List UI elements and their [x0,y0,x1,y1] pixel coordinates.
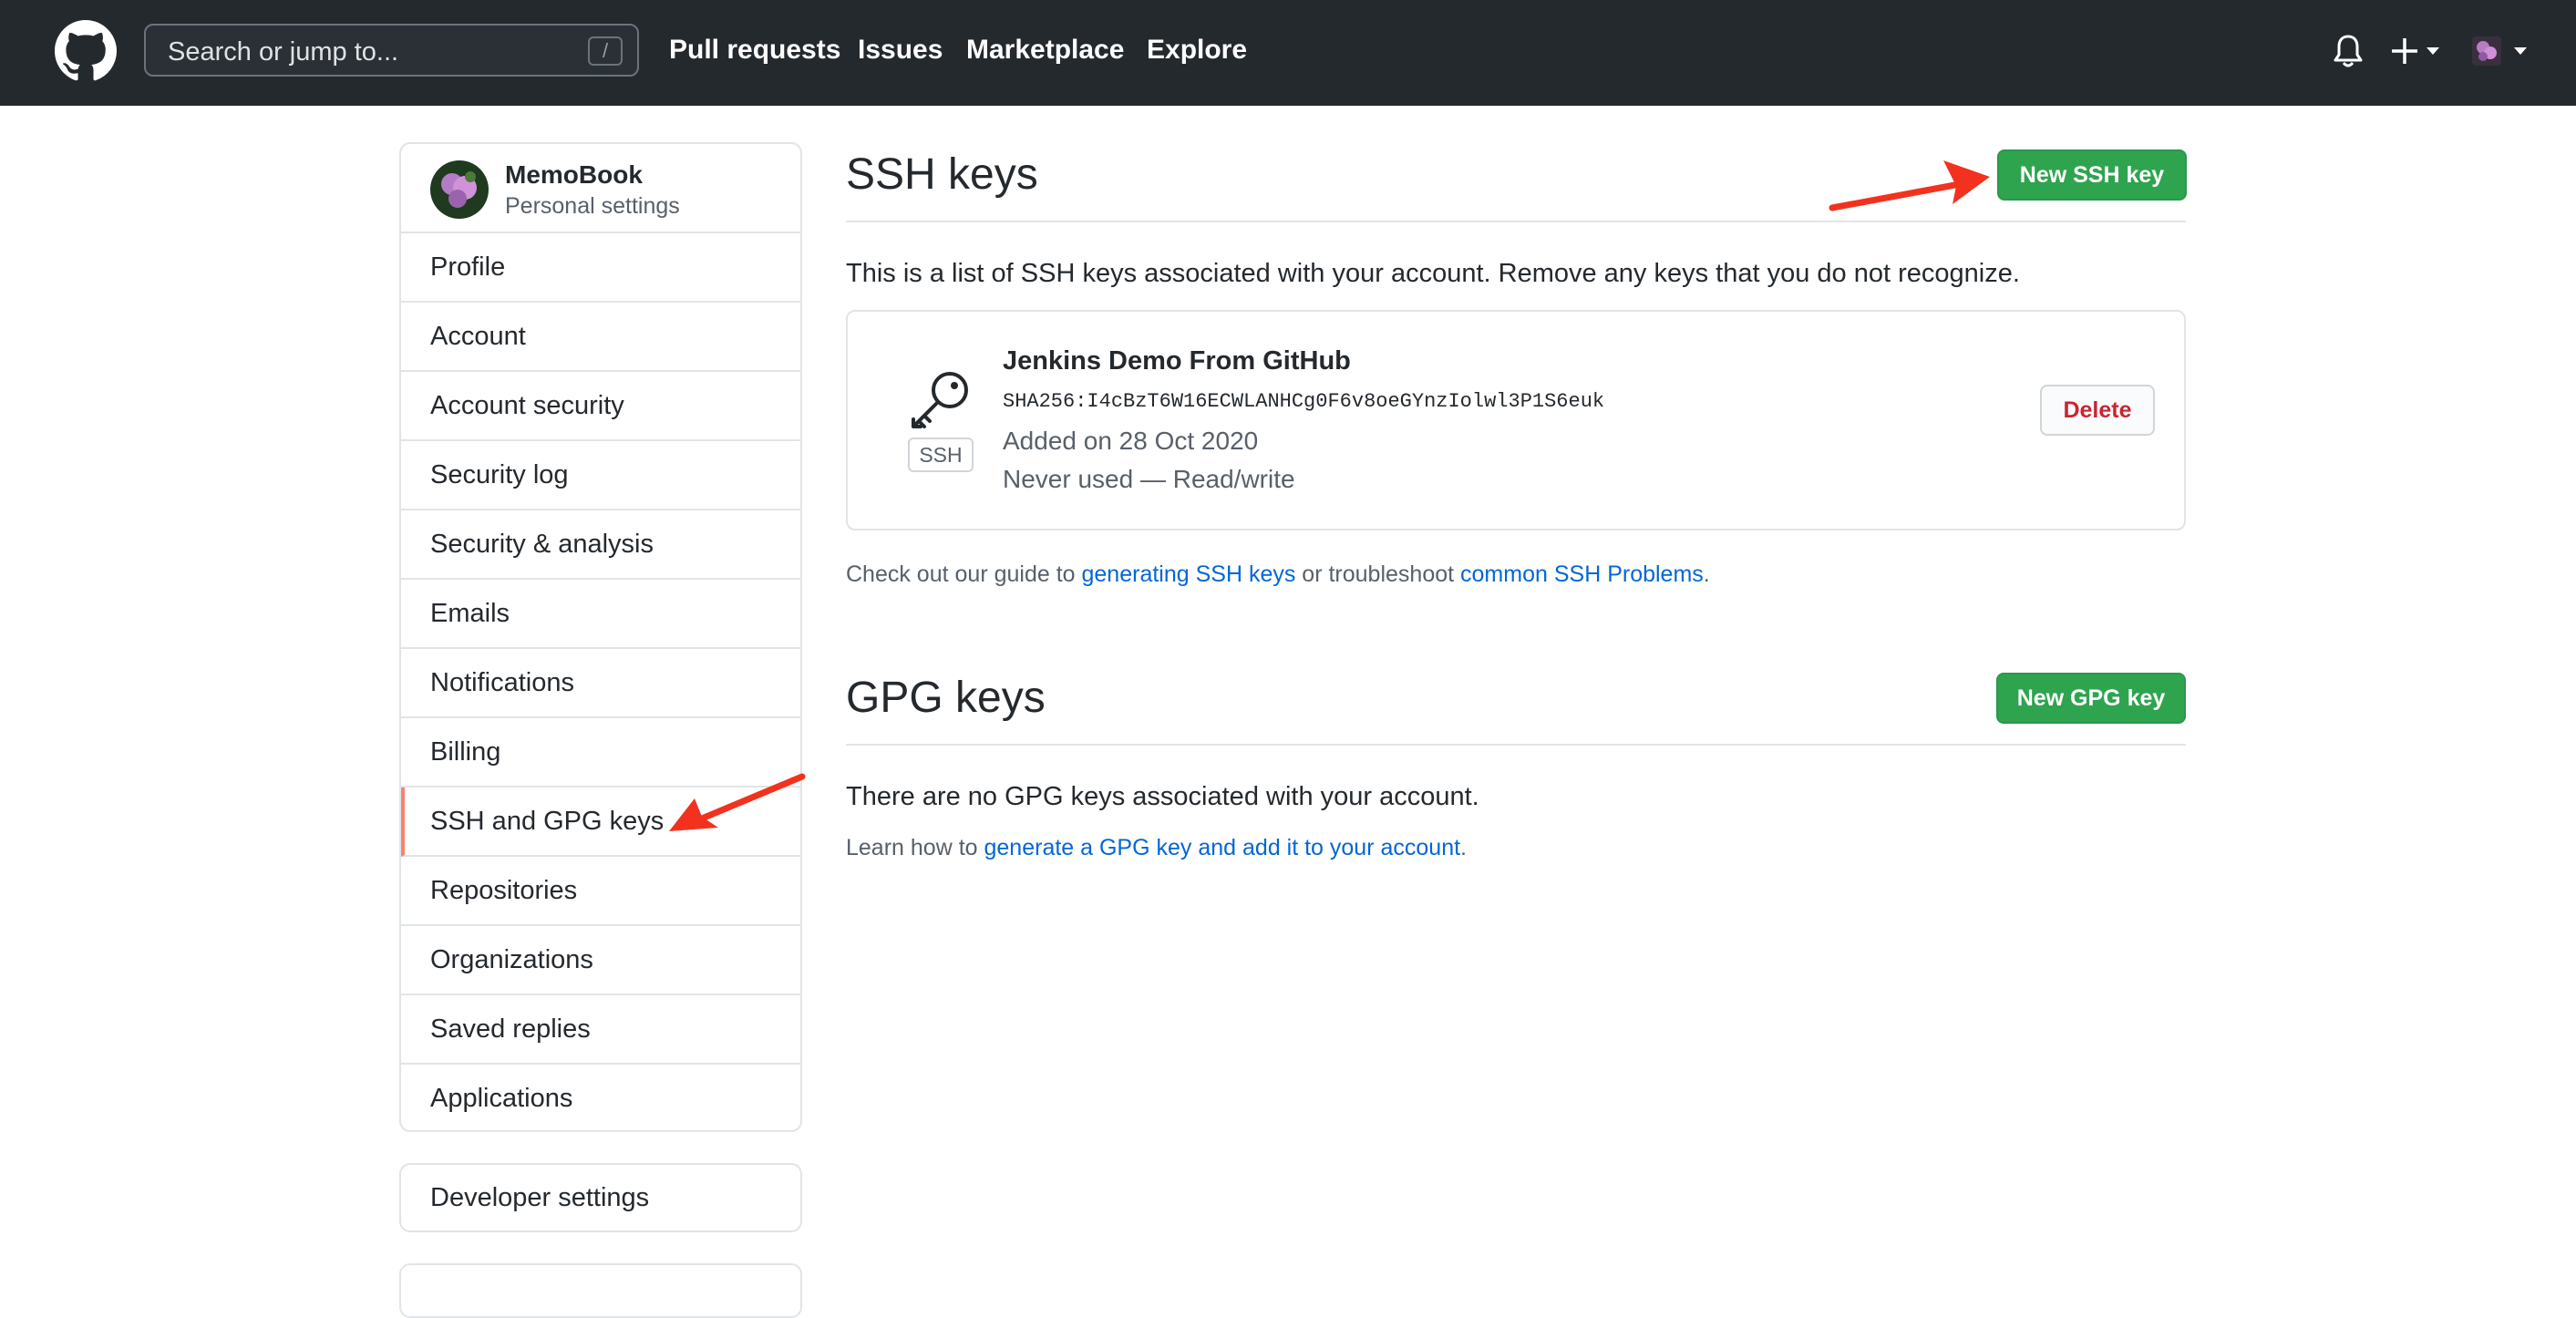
gpg-help-text: Learn how to generate a GPG key and add … [846,835,1467,861]
sidebar-item-repositories[interactable]: Repositories [401,857,800,926]
sidebar-user-subtitle: Personal settings [505,193,680,219]
annotation-arrow-ssh-gpg-keys [669,773,806,831]
user-avatar-menu-icon[interactable] [2470,33,2534,69]
search-input[interactable]: Search or jump to... / [144,24,639,77]
sidebar-item-notifications[interactable]: Notifications [401,649,800,718]
ssh-key-added-date: Added on 28 Oct 2020 [1003,427,1259,455]
create-new-plus-icon[interactable] [2390,35,2445,67]
ssh-key-fingerprint: SHA256:I4cBzT6W16ECWLANHCg0F6v8oeGYnzIol… [1003,390,1605,413]
sidebar-item-applications[interactable]: Applications [401,1065,800,1130]
nav-issues[interactable]: Issues [858,35,943,66]
ssh-heading-divider [846,221,2186,222]
ssh-help-suffix: . [1703,561,1710,587]
ssh-help-text: Check out our guide to generating SSH ke… [846,561,1710,588]
top-header: Search or jump to... / Pull requests Iss… [0,0,2576,106]
sidebar-item-organizations[interactable]: Organizations [401,926,800,995]
sidebar-user-header[interactable]: MemoBook Personal settings [401,144,800,233]
sidebar-item-profile[interactable]: Profile [401,233,800,303]
gpg-heading-divider [846,744,2186,746]
generating-ssh-keys-link[interactable]: generating SSH keys [1082,561,1296,587]
sidebar-item-security-log[interactable]: Security log [401,441,800,510]
nav-explore[interactable]: Explore [1147,35,1247,66]
ssh-badge: SSH [908,438,974,472]
sidebar-item-emails[interactable]: Emails [401,580,800,649]
gpg-help-suffix: . [1460,835,1467,860]
sidebar-user-name: MemoBook [505,160,643,189]
nav-pull-requests[interactable]: Pull requests [669,35,840,66]
gpg-help-prefix: Learn how to [846,835,984,860]
annotation-arrow-new-ssh-key [1829,160,1990,211]
bell-icon[interactable] [2332,33,2365,69]
ssh-key-title: Jenkins Demo From GitHub [1003,346,1351,376]
sidebar-item-developer-settings[interactable]: Developer settings [399,1163,802,1232]
sidebar-next-panel [399,1263,802,1318]
ssh-description: This is a list of SSH keys associated wi… [846,259,2020,288]
sidebar-item-account[interactable]: Account [401,303,800,372]
avatar [430,160,489,219]
search-placeholder: Search or jump to... [168,37,399,67]
ssh-key-usage: Never used — Read/write [1003,465,1295,493]
search-shortcut-badge: / [588,36,623,66]
delete-ssh-key-button[interactable]: Delete [2040,385,2155,436]
sidebar-item-security-analysis[interactable]: Security & analysis [401,510,800,580]
new-ssh-key-button[interactable]: New SSH key [1997,149,2187,201]
github-logo-icon[interactable] [55,20,117,82]
ssh-key-card: SSH Jenkins Demo From GitHub SHA256:I4cB… [846,310,2186,530]
generate-gpg-key-link[interactable]: generate a GPG key and add it to your ac… [984,835,1461,860]
new-gpg-key-button[interactable]: New GPG key [1996,673,2186,724]
ssh-help-prefix: Check out our guide to [846,561,1082,587]
gpg-keys-heading: GPG keys [846,674,1046,722]
sidebar-item-saved-replies[interactable]: Saved replies [401,995,800,1065]
nav-marketplace[interactable]: Marketplace [966,35,1124,66]
common-ssh-problems-link[interactable]: common SSH Problems [1460,561,1704,587]
settings-sidebar: MemoBook Personal settings Profile Accou… [399,142,802,1132]
key-icon [912,372,968,428]
sidebar-item-account-security[interactable]: Account security [401,372,800,441]
gpg-empty-text: There are no GPG keys associated with yo… [846,782,1479,811]
ssh-help-middle: or troubleshoot [1295,561,1461,587]
ssh-keys-heading: SSH keys [846,150,1038,199]
